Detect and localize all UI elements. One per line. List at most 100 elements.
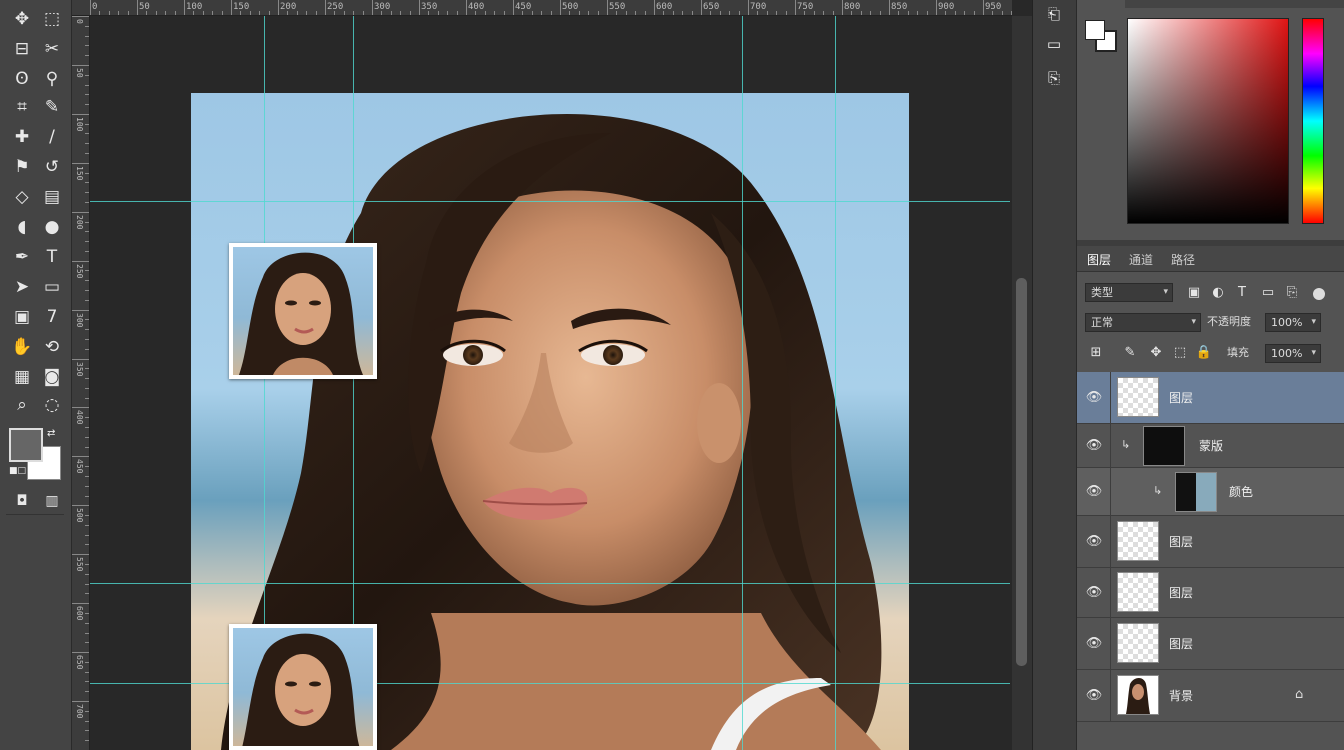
visibility-eye-icon[interactable]: 👁 — [1085, 635, 1103, 653]
color-panel-tabs[interactable] — [1125, 0, 1344, 8]
visibility-eye-icon[interactable]: 👁 — [1085, 687, 1103, 705]
artboard-icon[interactable]: ⊟ — [8, 36, 36, 62]
rect-marquee-icon[interactable]: ⬚ — [38, 6, 66, 32]
filter-toggle-icon[interactable] — [1313, 288, 1325, 300]
filter-type-icon[interactable]: T — [1233, 284, 1251, 302]
zoom-tool-icon[interactable]: ⌕ — [8, 392, 36, 418]
visibility-eye-icon[interactable]: 👁 — [1085, 584, 1103, 602]
filter-shape-icon[interactable]: ▭ — [1259, 284, 1277, 302]
layer-name[interactable]: 颜色 — [1229, 483, 1253, 501]
count-tool-icon[interactable]: 7 — [38, 304, 66, 330]
layer-row[interactable]: 👁 图层 — [1077, 372, 1344, 424]
ruler-tick — [362, 11, 364, 15]
visibility-eye-icon[interactable]: 👁 — [1085, 389, 1103, 407]
hue-slider[interactable] — [1302, 18, 1324, 224]
guide-horizontal[interactable] — [90, 683, 1010, 684]
tab-channels[interactable]: 通道 — [1125, 250, 1157, 270]
lasso-icon[interactable]: ʘ — [8, 66, 36, 92]
ruler-tick — [475, 11, 477, 15]
ruler-horizontal[interactable]: 0 50 100 150 200 250 300 350 400 450 500 550 600 650 7… — [72, 0, 1012, 16]
layer-name[interactable]: 蒙版 — [1199, 437, 1223, 455]
move-tool-icon[interactable]: ✥ — [8, 6, 36, 32]
quick-mask-icon[interactable]: ◙ — [38, 364, 66, 390]
guide-vertical[interactable] — [835, 16, 836, 750]
layer-name[interactable]: 图层 — [1169, 533, 1193, 551]
lock-position-icon[interactable]: ✥ — [1147, 344, 1165, 362]
eyedropper-icon[interactable]: ✎ — [38, 94, 66, 120]
visibility-eye-icon[interactable]: 👁 — [1085, 437, 1103, 455]
canvas-vertical-scrollbar[interactable] — [1012, 16, 1032, 750]
filter-adjustment-icon[interactable]: ◐ — [1209, 284, 1227, 302]
scrollbar-thumb[interactable] — [1016, 278, 1027, 666]
filter-kind-dropdown[interactable]: 类型 ▾ — [1085, 283, 1173, 302]
layer-name[interactable]: 图层 — [1169, 635, 1193, 653]
layer-row[interactable]: 👁 ↳ 颜色 — [1077, 468, 1344, 516]
spot-heal-icon[interactable]: ✚ — [8, 124, 36, 150]
ruler-label: 650 — [75, 655, 84, 670]
actions-icon[interactable]: ▭ — [1042, 32, 1066, 56]
foreground-color-swatch[interactable] — [9, 428, 43, 462]
crop-icon[interactable]: ⌗ — [8, 94, 36, 120]
dodge-icon[interactable]: ● — [38, 214, 66, 240]
filter-pixel-icon[interactable]: ▣ — [1185, 284, 1203, 302]
screen-mode-icon[interactable]: ▦ — [8, 364, 36, 390]
eraser-icon[interactable]: ◇ — [8, 184, 36, 210]
lock-all-icon[interactable]: 🔒 — [1195, 344, 1213, 362]
zoom-out-icon[interactable]: ◌ — [38, 392, 66, 418]
type-tool-icon[interactable]: T — [38, 244, 66, 270]
layer-row[interactable]: 👁 ↳ 蒙版 — [1077, 424, 1344, 468]
lock-artboard-icon[interactable]: ⬚ — [1171, 344, 1189, 362]
blend-mode-dropdown[interactable]: 正常 ▾ — [1085, 313, 1201, 332]
tab-layers[interactable]: 图层 — [1083, 250, 1115, 270]
layer-row[interactable]: 👁 背景 ⌂ — [1077, 670, 1344, 722]
opacity-field[interactable]: 100% ▾ — [1265, 313, 1321, 332]
swap-colors-icon[interactable]: ⇄ — [47, 428, 55, 439]
fill-field[interactable]: 100% ▾ — [1265, 344, 1321, 363]
layer-row[interactable]: 👁 图层 — [1077, 568, 1344, 618]
history-brush-icon[interactable]: ↺ — [38, 154, 66, 180]
layer-name[interactable]: 图层 — [1169, 584, 1193, 602]
ruler-label: 0 — [92, 2, 98, 12]
screen-mode-toggle-icon[interactable]: ▥ — [38, 488, 66, 514]
lock-icon[interactable]: ⌂ — [1295, 687, 1303, 702]
foreground-swatch-mini[interactable] — [1085, 20, 1105, 40]
layer-row[interactable]: 👁 图层 — [1077, 516, 1344, 568]
quick-select-icon[interactable]: ⚲ — [38, 66, 66, 92]
visibility-eye-icon[interactable]: 👁 — [1085, 483, 1103, 501]
visibility-eye-icon[interactable]: 👁 — [1085, 533, 1103, 551]
history-icon[interactable]: ⎗ — [1042, 2, 1066, 26]
guide-horizontal[interactable] — [90, 201, 1010, 202]
layer-name[interactable]: 背景 — [1169, 687, 1193, 705]
gradient-icon[interactable]: ▤ — [38, 184, 66, 210]
ruler-tick — [776, 11, 778, 15]
layer-thumbnail — [1117, 377, 1159, 417]
default-colors-icon[interactable]: ■□ — [9, 466, 26, 476]
photo-thumbnail[interactable] — [229, 243, 377, 379]
tab-paths[interactable]: 路径 — [1167, 250, 1199, 270]
lock-transparent-icon[interactable]: ⊞ — [1087, 344, 1105, 362]
photo-thumbnail[interactable] — [229, 624, 377, 750]
edit-mode-icon[interactable]: ◘ — [8, 488, 36, 514]
guide-horizontal[interactable] — [90, 583, 1010, 584]
clone-stamp-icon[interactable]: ⚑ — [8, 154, 36, 180]
brush-icon[interactable]: / — [38, 124, 66, 150]
shape-tool-icon[interactable]: ▭ — [38, 274, 66, 300]
ruler-tick — [560, 0, 561, 15]
rotate-view-icon[interactable]: ⟲ — [38, 334, 66, 360]
ruler-vertical[interactable]: 0 50 100 150 200 250 300 350 400 450 500 550 600 650 7… — [72, 16, 90, 750]
lock-image-icon[interactable]: ✎ — [1121, 344, 1139, 362]
slice-icon[interactable]: ✂ — [38, 36, 66, 62]
path-select-icon[interactable]: ➤ — [8, 274, 36, 300]
filter-smart-icon[interactable]: ⎘ — [1283, 284, 1301, 302]
properties-icon[interactable]: ⎘ — [1042, 66, 1066, 90]
layer-name[interactable]: 图层 — [1169, 389, 1193, 407]
note-tool-icon[interactable]: ▣ — [8, 304, 36, 330]
layer-row[interactable]: 👁 图层 — [1077, 618, 1344, 670]
pen-tool-icon[interactable]: ✒ — [8, 244, 36, 270]
hand-tool-icon[interactable]: ✋ — [8, 334, 36, 360]
blur-icon[interactable]: ◖ — [8, 214, 36, 240]
layer-mask-thumbnail[interactable] — [1143, 426, 1185, 466]
ruler-tick — [926, 11, 928, 15]
saturation-brightness-field[interactable] — [1127, 18, 1289, 224]
guide-vertical[interactable] — [742, 16, 743, 750]
